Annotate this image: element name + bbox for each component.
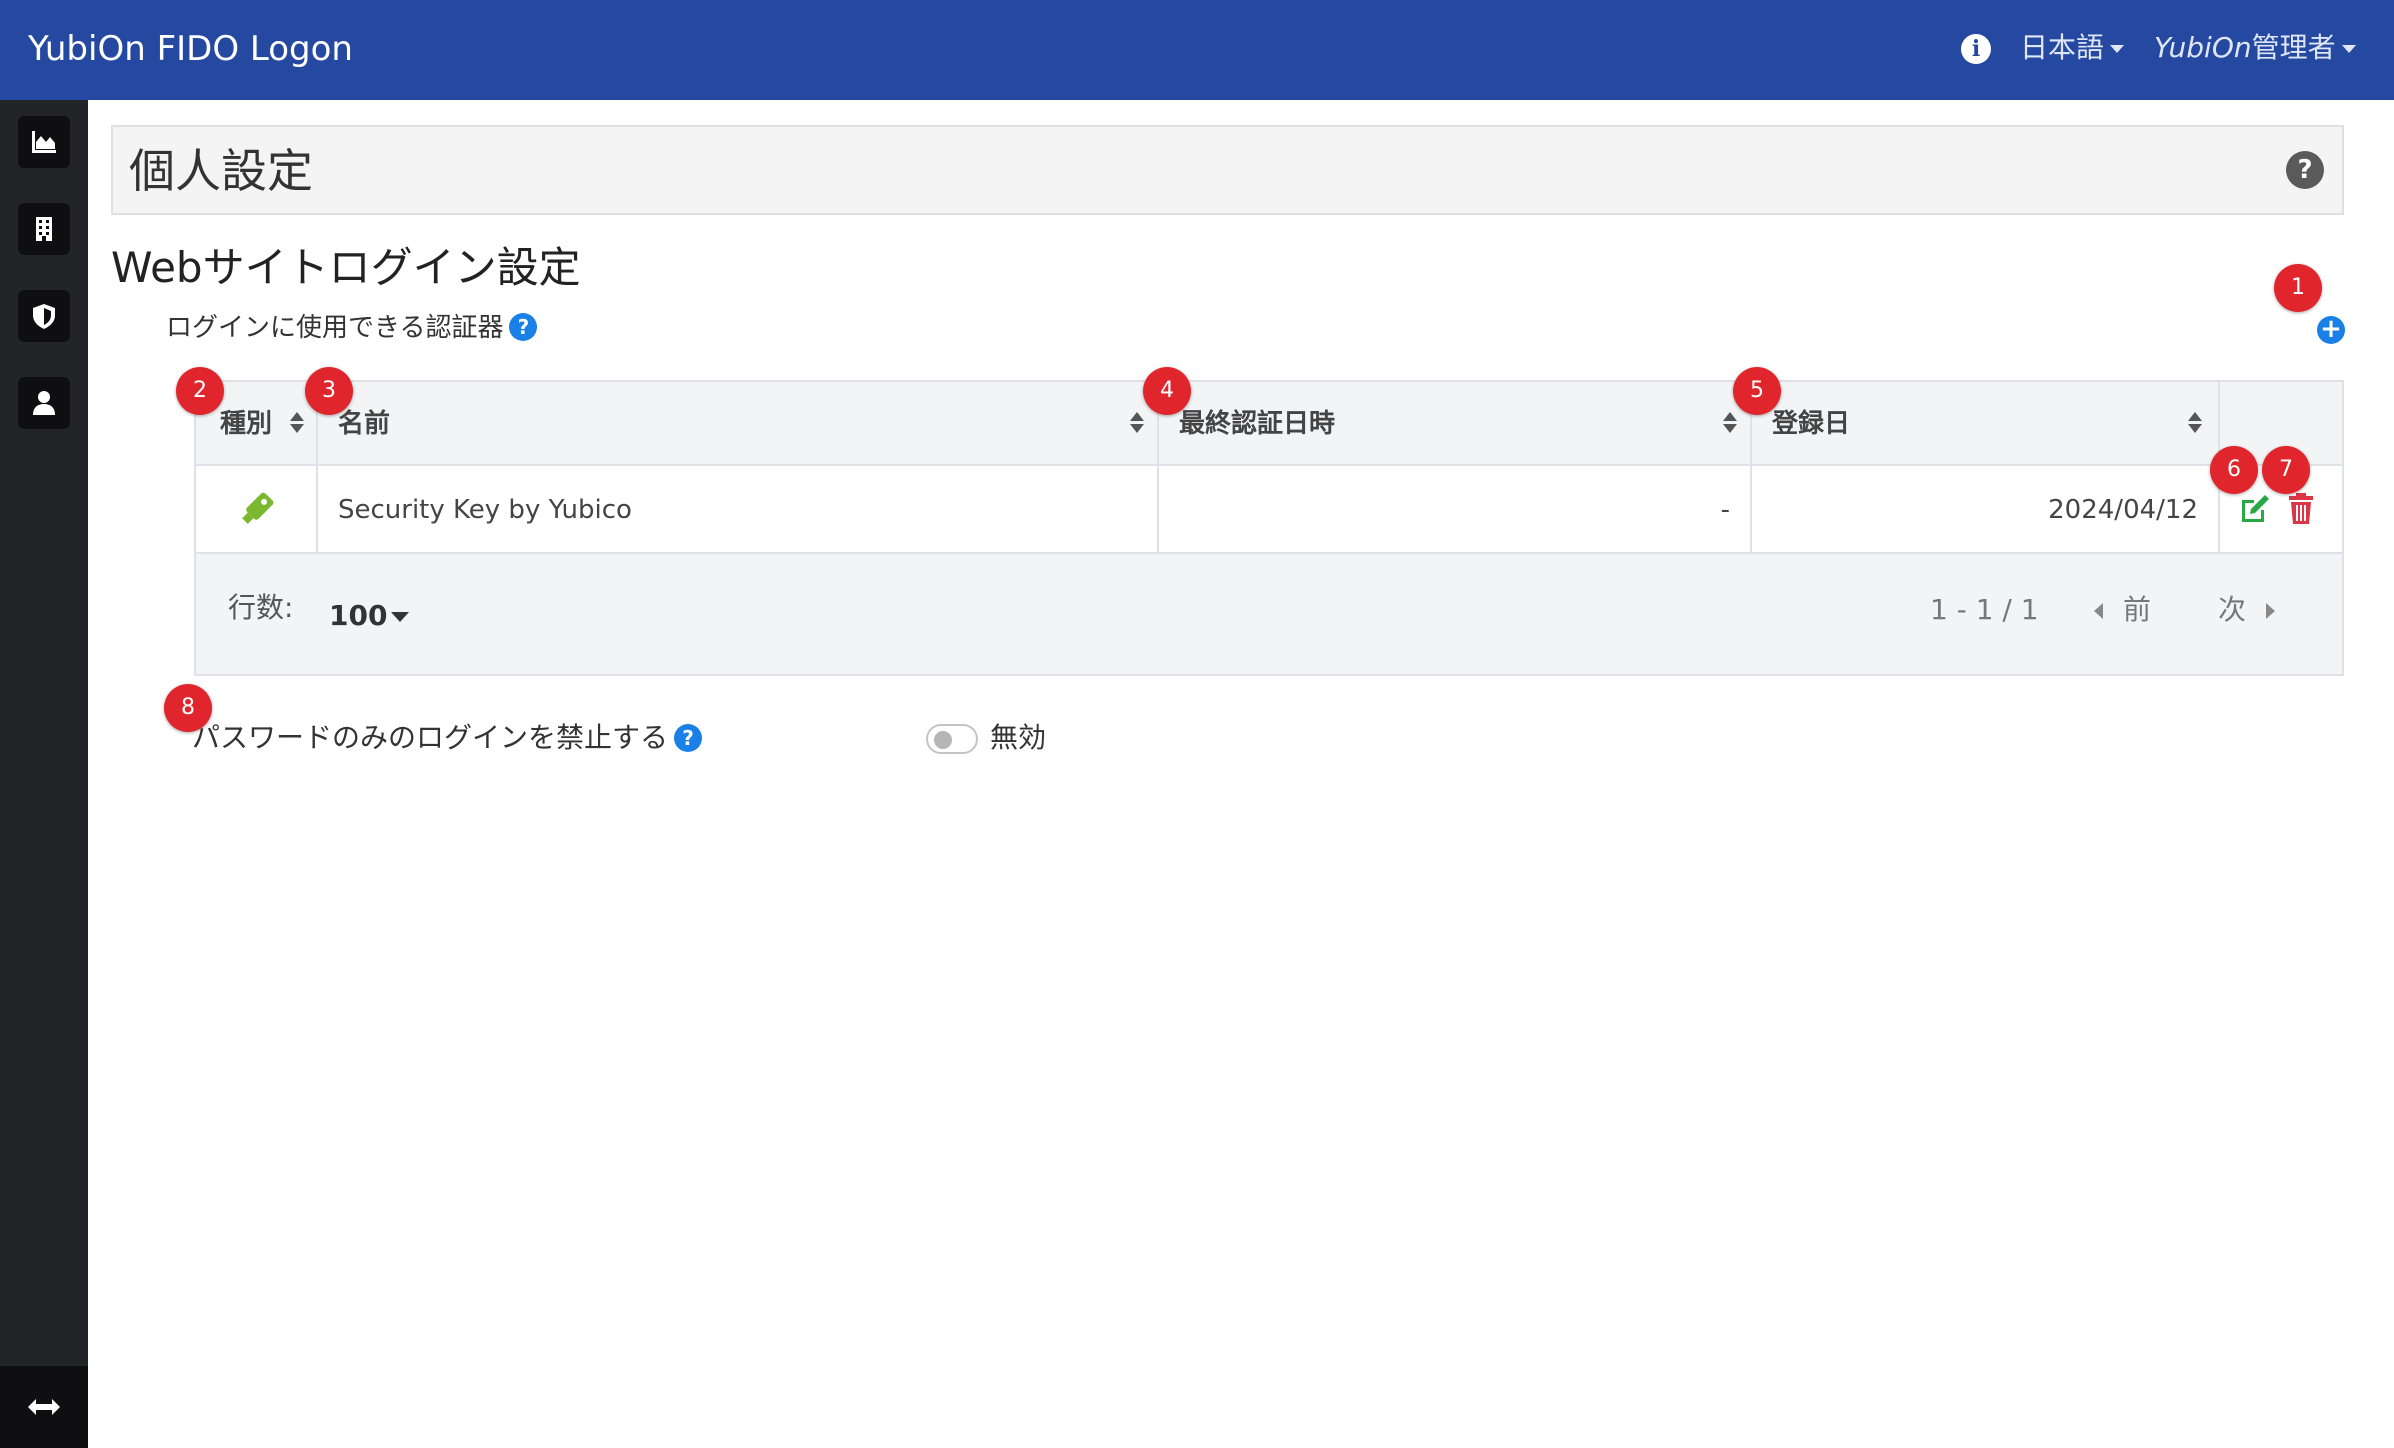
registered-date: 2024/04/12 xyxy=(2048,495,2198,525)
chevron-down-icon xyxy=(2110,45,2125,53)
top-navbar: YubiOn FIDO Logon i 日本語 YubiOn管理者 xyxy=(0,0,2394,100)
user-name-italic: YubiOn xyxy=(2154,31,2252,64)
sort-icon[interactable] xyxy=(1723,412,1737,434)
cell-type xyxy=(196,466,318,552)
page-title: 個人設定 xyxy=(129,144,313,198)
prev-page-label: 前 xyxy=(2123,593,2152,626)
rows-per-page-label: 行数: xyxy=(228,591,294,624)
column-type-label: 種別 xyxy=(220,409,273,439)
sort-icon[interactable] xyxy=(2188,412,2202,434)
page-help-icon[interactable]: ? xyxy=(2286,151,2324,189)
cell-registered: 2024/04/12 xyxy=(1752,466,2220,552)
arrows-horizontal-icon xyxy=(28,1399,60,1415)
page-header: 個人設定 ? xyxy=(111,125,2344,215)
language-dropdown[interactable]: 日本語 xyxy=(2020,28,2125,68)
column-registered-label: 登録日 xyxy=(1772,409,1851,439)
table-footer: 行数: 100 1 - 1 / 1 前 次 xyxy=(196,554,2342,674)
annotation-marker-3: 3 xyxy=(305,367,353,415)
info-icon[interactable]: i xyxy=(1961,34,1991,64)
language-label: 日本語 xyxy=(2020,31,2105,64)
password-only-state: 無効 xyxy=(990,721,1047,754)
last-auth-value: - xyxy=(1720,495,1730,525)
next-page-button[interactable]: 次 xyxy=(2218,590,2276,630)
sidebar-item-dashboard[interactable] xyxy=(18,116,70,168)
next-page-label: 次 xyxy=(2218,593,2247,626)
password-only-text: パスワードのみのログインを禁止する xyxy=(192,721,669,754)
authenticator-name: Security Key by Yubico xyxy=(338,495,632,525)
shield-icon xyxy=(33,304,55,329)
password-only-login-label: パスワードのみのログインを禁止する? xyxy=(192,718,703,758)
chevron-right-icon xyxy=(2266,603,2276,619)
brand-title[interactable]: YubiOn FIDO Logon xyxy=(28,26,353,72)
sidebar-item-security[interactable] xyxy=(18,290,70,342)
user-role: 管理者 xyxy=(2251,31,2336,64)
rows-per-page-select[interactable]: 100 xyxy=(329,596,410,636)
section-title: Webサイトログイン設定 xyxy=(111,243,581,292)
column-header-last-auth[interactable]: 最終認証日時 xyxy=(1159,382,1752,464)
usb-key-icon xyxy=(242,492,274,524)
table-row: Security Key by Yubico - 2024/04/12 xyxy=(196,466,2342,554)
user-menu-dropdown[interactable]: YubiOn管理者 xyxy=(2154,28,2356,68)
cell-last-auth: - xyxy=(1159,466,1752,552)
prev-page-button[interactable]: 前 xyxy=(2094,590,2151,630)
password-only-toggle[interactable] xyxy=(926,724,978,754)
edit-icon[interactable] xyxy=(2238,492,2272,526)
authenticators-help-icon[interactable]: ? xyxy=(509,313,538,341)
building-icon xyxy=(36,217,52,241)
sidebar-item-organization[interactable] xyxy=(18,203,70,255)
table-header: 種別 名前 最終認証日時 登録日 xyxy=(196,382,2342,466)
trash-icon[interactable] xyxy=(2286,492,2316,526)
rows-per-page-value: 100 xyxy=(329,599,388,632)
annotation-marker-2: 2 xyxy=(176,367,224,415)
column-header-name[interactable]: 名前 xyxy=(318,382,1159,464)
user-icon xyxy=(33,391,55,415)
column-last-auth-label: 最終認証日時 xyxy=(1179,409,1336,439)
chevron-down-icon xyxy=(2341,45,2356,53)
column-name-label: 名前 xyxy=(338,409,391,439)
annotation-marker-8: 8 xyxy=(164,684,212,732)
annotation-marker-4: 4 xyxy=(1143,367,1191,415)
sidebar-toggle-button[interactable] xyxy=(0,1366,88,1448)
cell-name: Security Key by Yubico xyxy=(318,466,1159,552)
pagination-range: 1 - 1 / 1 xyxy=(1930,593,2039,626)
column-header-registered[interactable]: 登録日 xyxy=(1752,382,2220,464)
sidebar xyxy=(0,100,88,1448)
chevron-left-icon xyxy=(2094,603,2103,619)
authenticators-subheading: ログインに使用できる認証器? xyxy=(166,310,538,346)
password-only-help-icon[interactable]: ? xyxy=(674,724,703,752)
sidebar-item-personal[interactable] xyxy=(18,377,70,429)
authenticator-table: 種別 名前 最終認証日時 登録日 Security Key by Yubico … xyxy=(194,380,2344,676)
annotation-marker-7: 7 xyxy=(2262,446,2310,494)
annotation-marker-5: 5 xyxy=(1733,367,1781,415)
annotation-marker-6: 6 xyxy=(2210,446,2258,494)
subheading-text: ログインに使用できる認証器 xyxy=(166,313,504,343)
annotation-marker-1: 1 xyxy=(2274,264,2322,312)
chevron-down-icon xyxy=(391,612,410,622)
sort-icon[interactable] xyxy=(1130,412,1144,434)
chart-area-icon xyxy=(32,131,56,153)
sort-icon[interactable] xyxy=(290,412,304,434)
add-authenticator-icon[interactable]: + xyxy=(2317,316,2345,344)
